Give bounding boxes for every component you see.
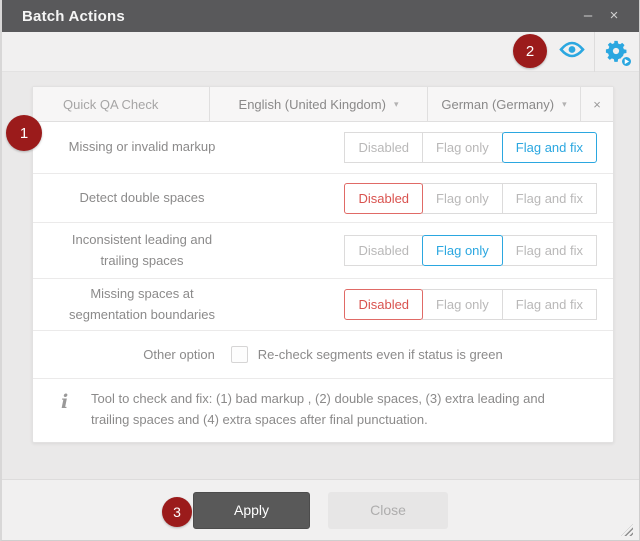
choice-flag-and-fix-button[interactable]: Flag and fix bbox=[502, 235, 597, 266]
choice-flag-and-fix-button[interactable]: Flag and fix bbox=[502, 183, 597, 214]
window-title: Batch Actions bbox=[22, 8, 575, 25]
choice-disabled-button[interactable]: Disabled bbox=[344, 132, 423, 163]
choice-disabled-button[interactable]: Disabled bbox=[344, 289, 423, 320]
dialog-body: Quick QA Check English (United Kingdom) … bbox=[2, 72, 639, 480]
source-language-value: English (United Kingdom) bbox=[239, 97, 386, 112]
play-icon bbox=[620, 55, 633, 68]
panel-header: Quick QA Check English (United Kingdom) … bbox=[33, 87, 613, 122]
apply-button[interactable]: Apply bbox=[193, 492, 310, 529]
run-batch-button[interactable] bbox=[595, 32, 639, 72]
close-button[interactable]: Close bbox=[328, 492, 448, 529]
choice-flag-and-fix-button[interactable]: Flag and fix bbox=[502, 289, 597, 320]
chevron-down-icon: ▾ bbox=[394, 98, 399, 110]
choice-disabled-button[interactable]: Disabled bbox=[344, 183, 423, 214]
option-label: Inconsistent leading and trailing spaces bbox=[51, 230, 233, 270]
option-row-segmentation-spaces: Missing spaces at segmentation boundarie… bbox=[33, 279, 613, 331]
choice-flag-only-button[interactable]: Flag only bbox=[422, 289, 503, 320]
choice-group: Disabled Flag only Flag and fix bbox=[344, 183, 597, 214]
option-label: Missing spaces at segmentation boundarie… bbox=[51, 284, 233, 324]
info-row: i Tool to check and fix: (1) bad markup … bbox=[33, 379, 613, 442]
option-row-double-spaces: Detect double spaces Disabled Flag only … bbox=[33, 174, 613, 223]
minimize-icon[interactable]: – bbox=[575, 0, 601, 32]
choice-group: Disabled Flag only Flag and fix bbox=[344, 289, 597, 320]
choice-flag-only-button[interactable]: Flag only bbox=[422, 183, 503, 214]
preview-button[interactable] bbox=[550, 32, 594, 72]
recheck-checkbox[interactable] bbox=[231, 346, 248, 363]
batch-actions-dialog: Batch Actions – × bbox=[0, 0, 640, 541]
choice-flag-only-button[interactable]: Flag only bbox=[422, 132, 503, 163]
qa-check-panel: Quick QA Check English (United Kingdom) … bbox=[32, 86, 614, 443]
annotation-badge-1: 1 bbox=[6, 115, 42, 151]
source-language-dropdown[interactable]: English (United Kingdom) ▾ bbox=[210, 87, 428, 121]
option-label: Missing or invalid markup bbox=[51, 137, 233, 157]
choice-disabled-button[interactable]: Disabled bbox=[344, 235, 423, 266]
annotation-badge-2: 2 bbox=[513, 34, 547, 68]
other-option-label: Other option bbox=[143, 347, 215, 362]
info-text: Tool to check and fix: (1) bad markup , … bbox=[91, 388, 551, 431]
other-option-row: Other option Re-check segments even if s… bbox=[33, 331, 613, 379]
annotation-badge-3: 3 bbox=[162, 497, 192, 527]
choice-group: Disabled Flag only Flag and fix bbox=[344, 235, 597, 266]
option-label: Detect double spaces bbox=[51, 188, 233, 208]
chevron-down-icon: ▾ bbox=[562, 98, 567, 110]
choice-group: Disabled Flag only Flag and fix bbox=[344, 132, 597, 163]
choice-flag-only-button[interactable]: Flag only bbox=[422, 235, 503, 266]
option-row-markup: Missing or invalid markup Disabled Flag … bbox=[33, 122, 613, 174]
tab-quick-qa-check[interactable]: Quick QA Check bbox=[33, 87, 210, 121]
footer-bar: Apply Close bbox=[2, 479, 639, 540]
close-icon[interactable]: × bbox=[601, 0, 627, 32]
tab-label: Quick QA Check bbox=[63, 97, 158, 112]
choice-flag-and-fix-button[interactable]: Flag and fix bbox=[502, 132, 597, 163]
target-language-dropdown[interactable]: German (Germany) ▾ bbox=[428, 87, 581, 121]
title-bar: Batch Actions – × bbox=[2, 0, 639, 32]
target-language-value: German (Germany) bbox=[441, 97, 554, 112]
info-icon: i bbox=[61, 391, 77, 413]
recheck-checkbox-label: Re-check segments even if status is gree… bbox=[258, 347, 503, 362]
panel-close-icon[interactable]: × bbox=[581, 87, 613, 121]
eye-icon bbox=[559, 40, 585, 64]
option-row-leading-trailing: Inconsistent leading and trailing spaces… bbox=[33, 223, 613, 279]
gear-play-icon bbox=[605, 40, 629, 64]
